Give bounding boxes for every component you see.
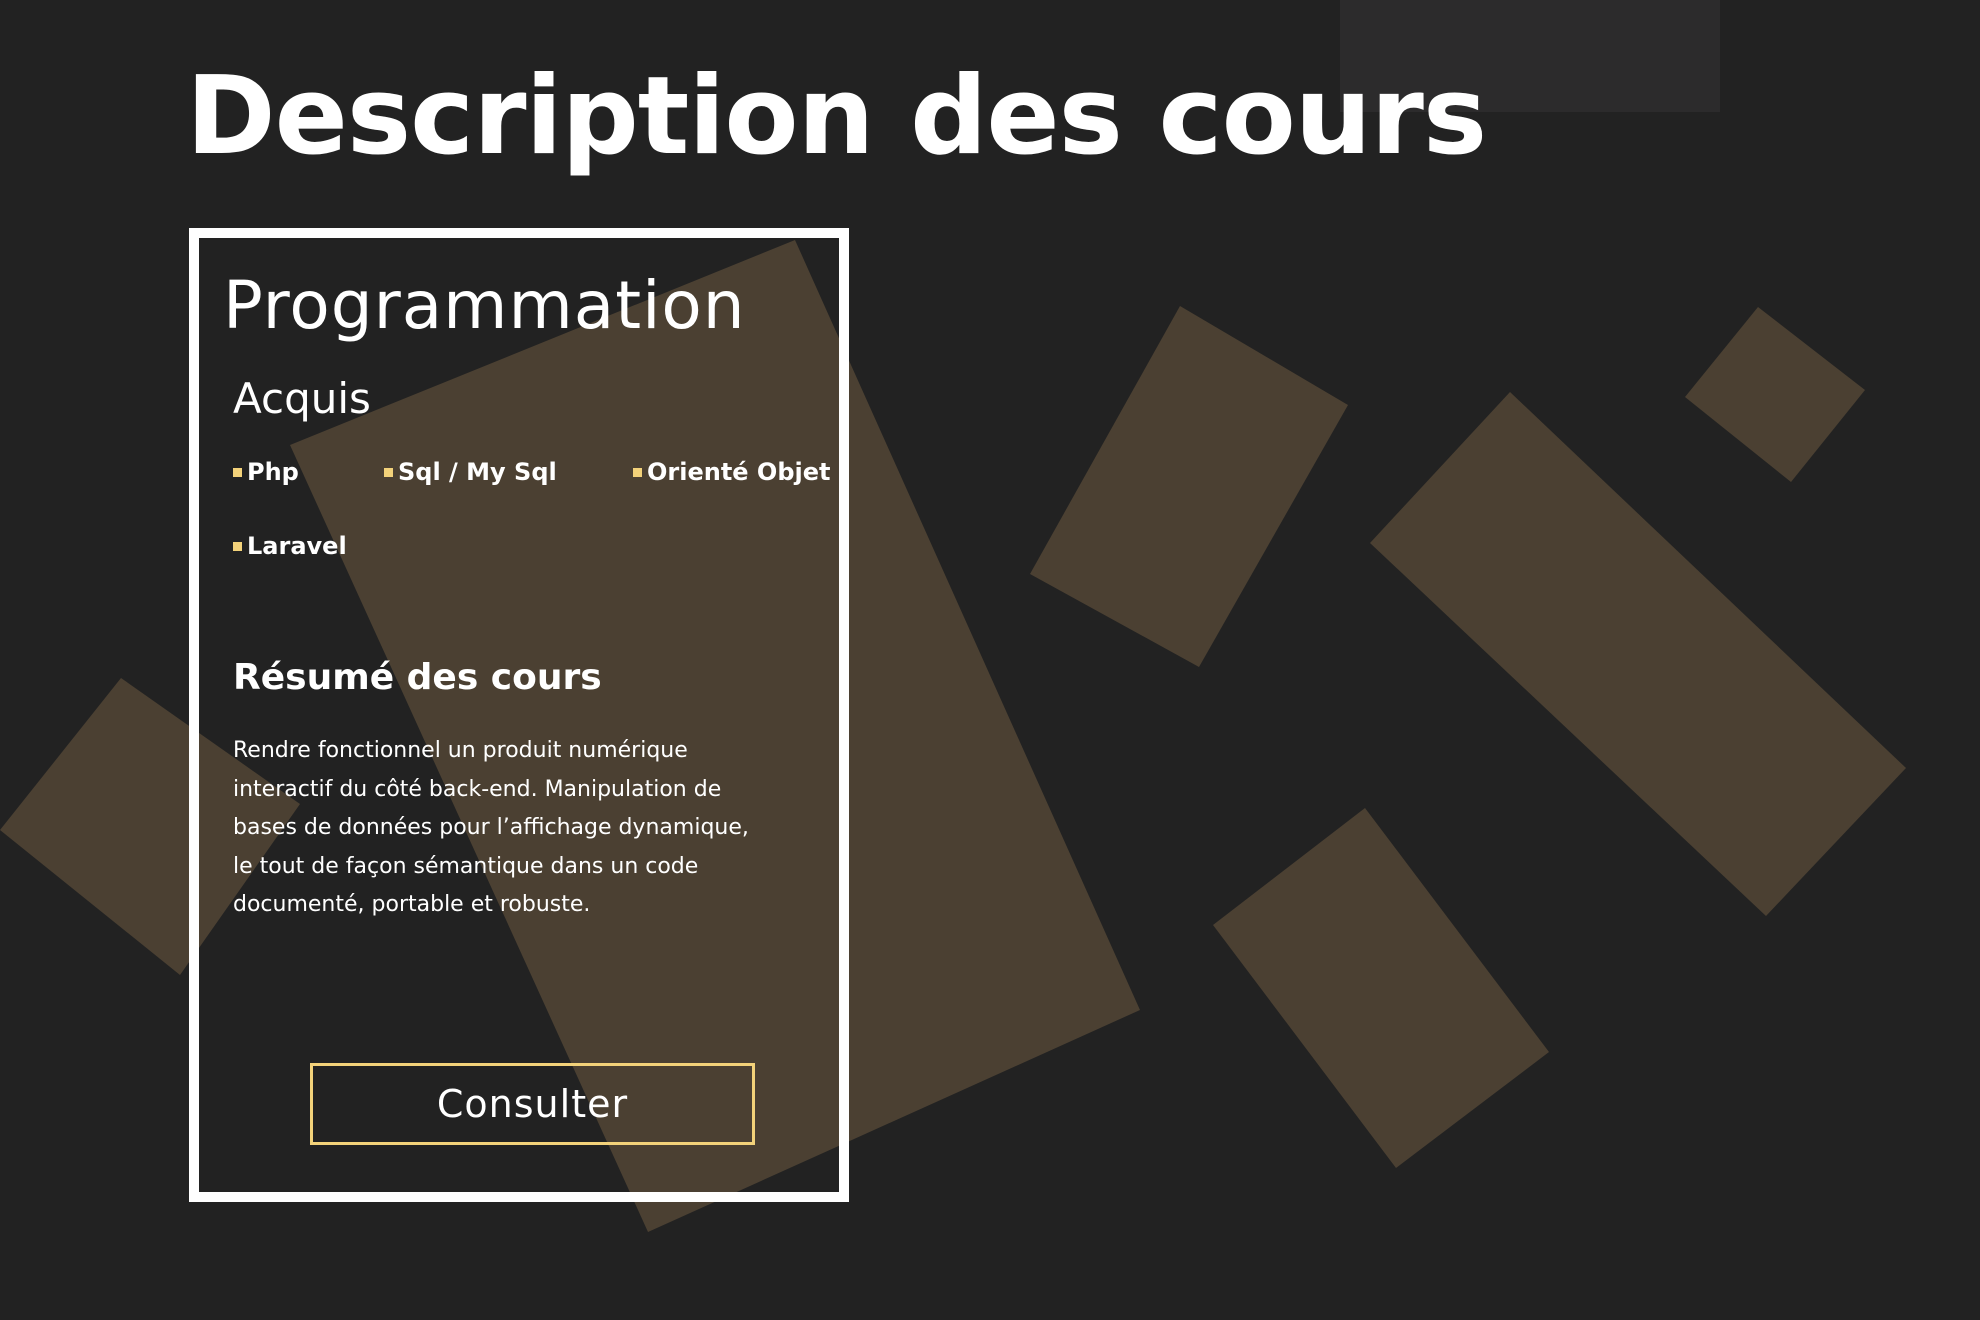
square-bullet-icon bbox=[233, 467, 242, 477]
skill-label: Laravel bbox=[247, 532, 347, 560]
consult-button[interactable]: Consulter bbox=[310, 1063, 755, 1145]
course-card: Programmation Acquis Php Sql / My Sql Or… bbox=[189, 228, 849, 1202]
square-bullet-icon bbox=[384, 467, 393, 477]
page-title: Description des cours bbox=[186, 54, 1487, 179]
course-title: Programmation bbox=[223, 267, 746, 344]
acquis-heading: Acquis bbox=[233, 374, 371, 423]
decor-shape-middle bbox=[1030, 306, 1348, 667]
summary-heading: Résumé des cours bbox=[233, 657, 602, 698]
skill-label: Php bbox=[247, 458, 299, 486]
skill-item: Laravel bbox=[233, 530, 347, 562]
skill-label: Orienté Objet bbox=[647, 458, 831, 486]
skill-item: Sql / My Sql bbox=[384, 456, 557, 488]
decor-shape-right-large bbox=[1370, 392, 1906, 916]
skill-item: Php bbox=[233, 456, 299, 488]
skill-label: Sql / My Sql bbox=[398, 458, 557, 486]
summary-text: Rendre fonctionnel un produit numérique … bbox=[233, 738, 749, 917]
decor-shape-right-small bbox=[1685, 307, 1865, 482]
decor-shape-bottom bbox=[1213, 808, 1549, 1168]
skill-item: Orienté Objet bbox=[633, 456, 831, 488]
square-bullet-icon bbox=[633, 467, 642, 477]
square-bullet-icon bbox=[233, 541, 242, 551]
